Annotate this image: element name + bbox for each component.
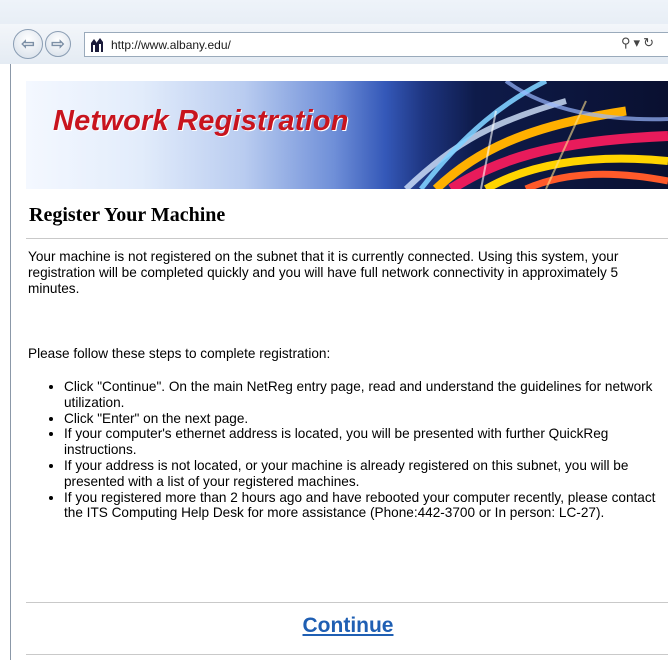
steps-intro: Please follow these steps to complete re… <box>28 346 331 361</box>
browser-toolbar: ⇦ ⇨ http://www.albany.edu/ ⚲▾↻ <box>0 24 668 65</box>
forward-arrow-icon: ⇨ <box>51 36 65 53</box>
list-item: If you registered more than 2 hours ago … <box>64 490 668 522</box>
ualbany-favicon <box>89 36 105 53</box>
network-registration-banner: Network Registration <box>26 81 668 189</box>
divider <box>26 654 668 655</box>
steps-list: Click "Continue". On the main NetReg ent… <box>28 379 668 521</box>
divider <box>26 238 668 239</box>
forward-button[interactable]: ⇨ <box>45 31 71 57</box>
intro-paragraph: Your machine is not registered on the su… <box>28 249 619 296</box>
address-bar-tools: ⚲▾↻ <box>621 35 657 51</box>
list-item: If your computer's ethernet address is l… <box>64 426 668 458</box>
address-bar[interactable]: http://www.albany.edu/ ⚲▾↻ <box>84 32 668 57</box>
list-item: If your address is not located, or your … <box>64 458 668 490</box>
banner-title: Network Registration <box>53 105 349 137</box>
page-left-border <box>0 64 11 660</box>
url-text[interactable]: http://www.albany.edu/ <box>111 38 231 52</box>
divider <box>26 602 668 603</box>
search-icon[interactable]: ⚲ <box>621 35 634 50</box>
page-content: Network Registration Register Your Machi… <box>11 64 668 660</box>
refresh-icon[interactable]: ↻ <box>643 35 657 50</box>
continue-link[interactable]: Continue <box>11 614 668 638</box>
list-item: Click "Enter" on the next page. <box>64 411 668 427</box>
back-button[interactable]: ⇦ <box>13 29 43 59</box>
back-arrow-icon: ⇦ <box>21 36 35 53</box>
list-item: Click "Continue". On the main NetReg ent… <box>64 379 668 411</box>
chevron-down-icon[interactable]: ▾ <box>634 35 644 50</box>
page-title: Register Your Machine <box>29 204 226 226</box>
